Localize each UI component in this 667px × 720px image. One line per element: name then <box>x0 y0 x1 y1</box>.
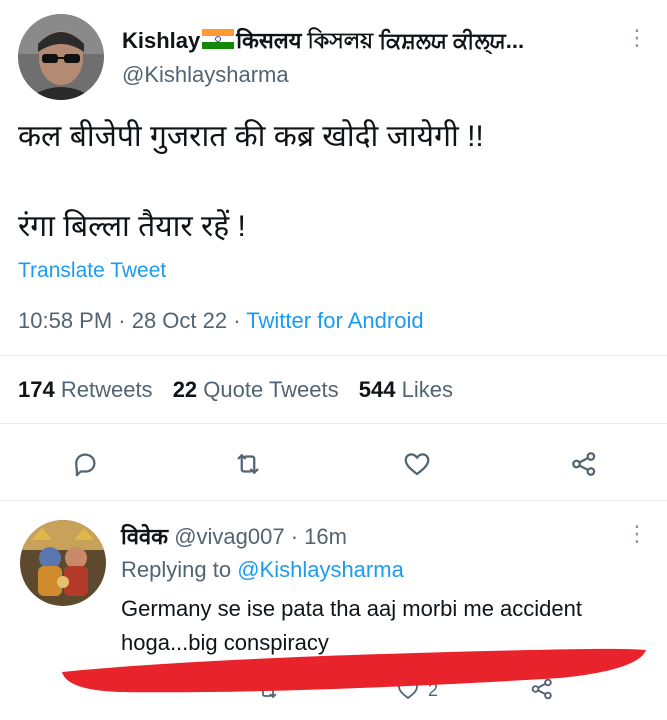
india-flag-icon <box>202 29 235 54</box>
divider-2 <box>0 423 667 424</box>
quotes-label: Quote Tweets <box>203 377 339 402</box>
tweet-stats: 174 Retweets 22 Quote Tweets 544 Likes <box>18 377 453 403</box>
tweet-meta: 10:58 PM · 28 Oct 22 · Twitter for Andro… <box>18 308 424 334</box>
divider-3 <box>0 500 667 501</box>
replying-to-prefix: Replying to <box>121 557 238 582</box>
reply-author-avatar[interactable] <box>20 520 106 606</box>
author-handle[interactable]: @Kishlaysharma <box>122 62 289 88</box>
reply-button[interactable] <box>70 449 100 479</box>
reply-handle-time[interactable]: @vivag007 · 16m <box>174 524 347 549</box>
share-button[interactable] <box>568 449 600 479</box>
retweets-count: 174 <box>18 377 55 402</box>
divider-1 <box>0 355 667 356</box>
quotes-count: 22 <box>172 377 198 402</box>
tweet-text-line-2: रंगा बिल्ला तैयार रहें ! <box>18 210 246 243</box>
quotes-stat[interactable]: 22 Quote Tweets <box>173 377 339 402</box>
translate-tweet-link[interactable]: Translate Tweet <box>18 259 166 283</box>
tweet-source-link[interactable]: Twitter for Android <box>246 308 423 333</box>
likes-label: Likes <box>401 377 453 402</box>
author-name-row[interactable]: Kishlay किसलय কিসলয় ਕਿਸ਼ਲਯ ਕੀਲ੍ਯ... <box>122 24 602 54</box>
reply-header: विवेक @vivag007 · 16m <box>121 521 347 551</box>
tweet-text-line-1: कल बीजेपी गुजरात की कब्र खोदी जायेगी !! <box>18 120 484 153</box>
author-name-suffix: किसलय কিসলয় ਕਿਸ਼ਲਯ ਕੀਲ੍ਯ... <box>236 28 525 53</box>
likes-stat[interactable]: 544 Likes <box>359 377 453 402</box>
share-icon <box>572 452 596 476</box>
tweet-timestamp: 10:58 PM · 28 Oct 22 · <box>18 308 247 333</box>
reply-more-options-icon[interactable]: ⋮ <box>626 523 648 545</box>
red-annotation-stroke <box>62 648 646 693</box>
more-options-icon[interactable]: ⋮ <box>626 27 648 49</box>
retweet-button[interactable] <box>232 449 264 479</box>
retweet-icon <box>237 454 259 474</box>
like-button[interactable] <box>401 449 433 479</box>
reply-text-line-1: Germany se ise pata tha aaj morbi me acc… <box>121 596 583 621</box>
replying-to-handle[interactable]: @Kishlaysharma <box>237 557 404 582</box>
reply-icon <box>75 453 96 477</box>
author-display-name: Kishlay <box>122 28 201 53</box>
retweets-label: Retweets <box>60 377 153 402</box>
heart-icon <box>404 453 430 476</box>
retweets-stat[interactable]: 174 Retweets <box>18 377 153 402</box>
author-avatar[interactable] <box>18 14 104 100</box>
reply-author-name[interactable]: विवेक <box>121 524 168 549</box>
replying-to: Replying to @Kishlaysharma <box>121 557 404 583</box>
likes-count: 544 <box>358 377 396 402</box>
